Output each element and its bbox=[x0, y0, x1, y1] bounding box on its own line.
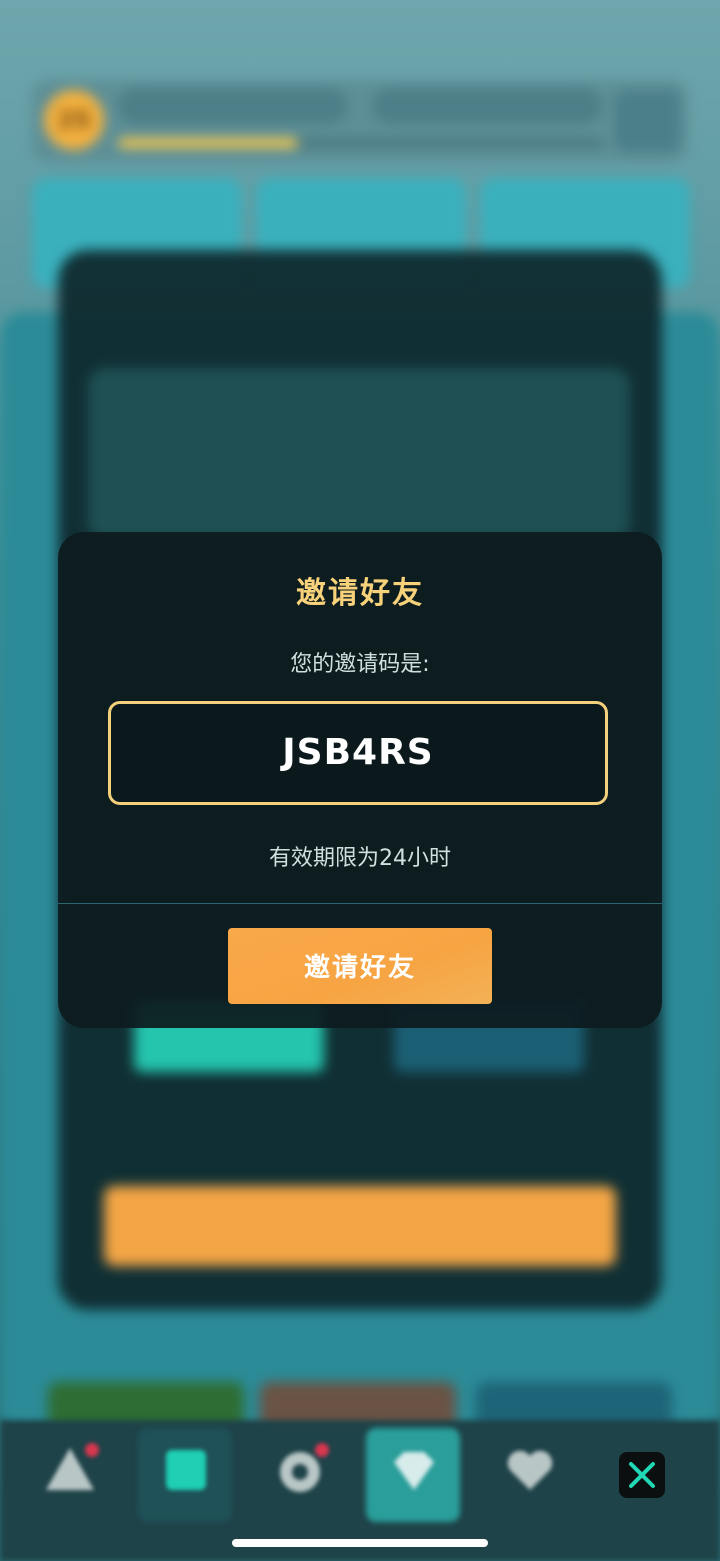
modal-title: 邀请好友 bbox=[296, 576, 424, 611]
close-button[interactable] bbox=[619, 1452, 665, 1498]
gem-resource-bar bbox=[372, 88, 602, 124]
invite-code-prompt: 您的邀请码是: bbox=[290, 652, 430, 677]
modal-divider bbox=[58, 903, 662, 904]
warning-icon[interactable] bbox=[40, 1440, 100, 1500]
xp-bar-fill bbox=[118, 138, 298, 148]
home-indicator[interactable] bbox=[232, 1539, 488, 1547]
background-invite-button bbox=[104, 1186, 616, 1266]
invite-code[interactable]: JSB4RS bbox=[108, 701, 608, 805]
compass-icon[interactable] bbox=[270, 1440, 330, 1500]
invite-friends-button[interactable]: 邀请好友 bbox=[228, 928, 492, 1004]
card-icon[interactable] bbox=[156, 1440, 216, 1500]
background-info-box bbox=[88, 368, 630, 540]
water-resource-bar bbox=[118, 88, 348, 124]
close-icon bbox=[629, 1462, 655, 1488]
diamond-icon[interactable] bbox=[384, 1440, 444, 1500]
validity-note: 有效期限为24小时 bbox=[269, 846, 451, 871]
heart-icon[interactable] bbox=[500, 1440, 560, 1500]
player-level-badge: 25 bbox=[44, 90, 104, 150]
settings-gear-icon bbox=[614, 90, 680, 152]
